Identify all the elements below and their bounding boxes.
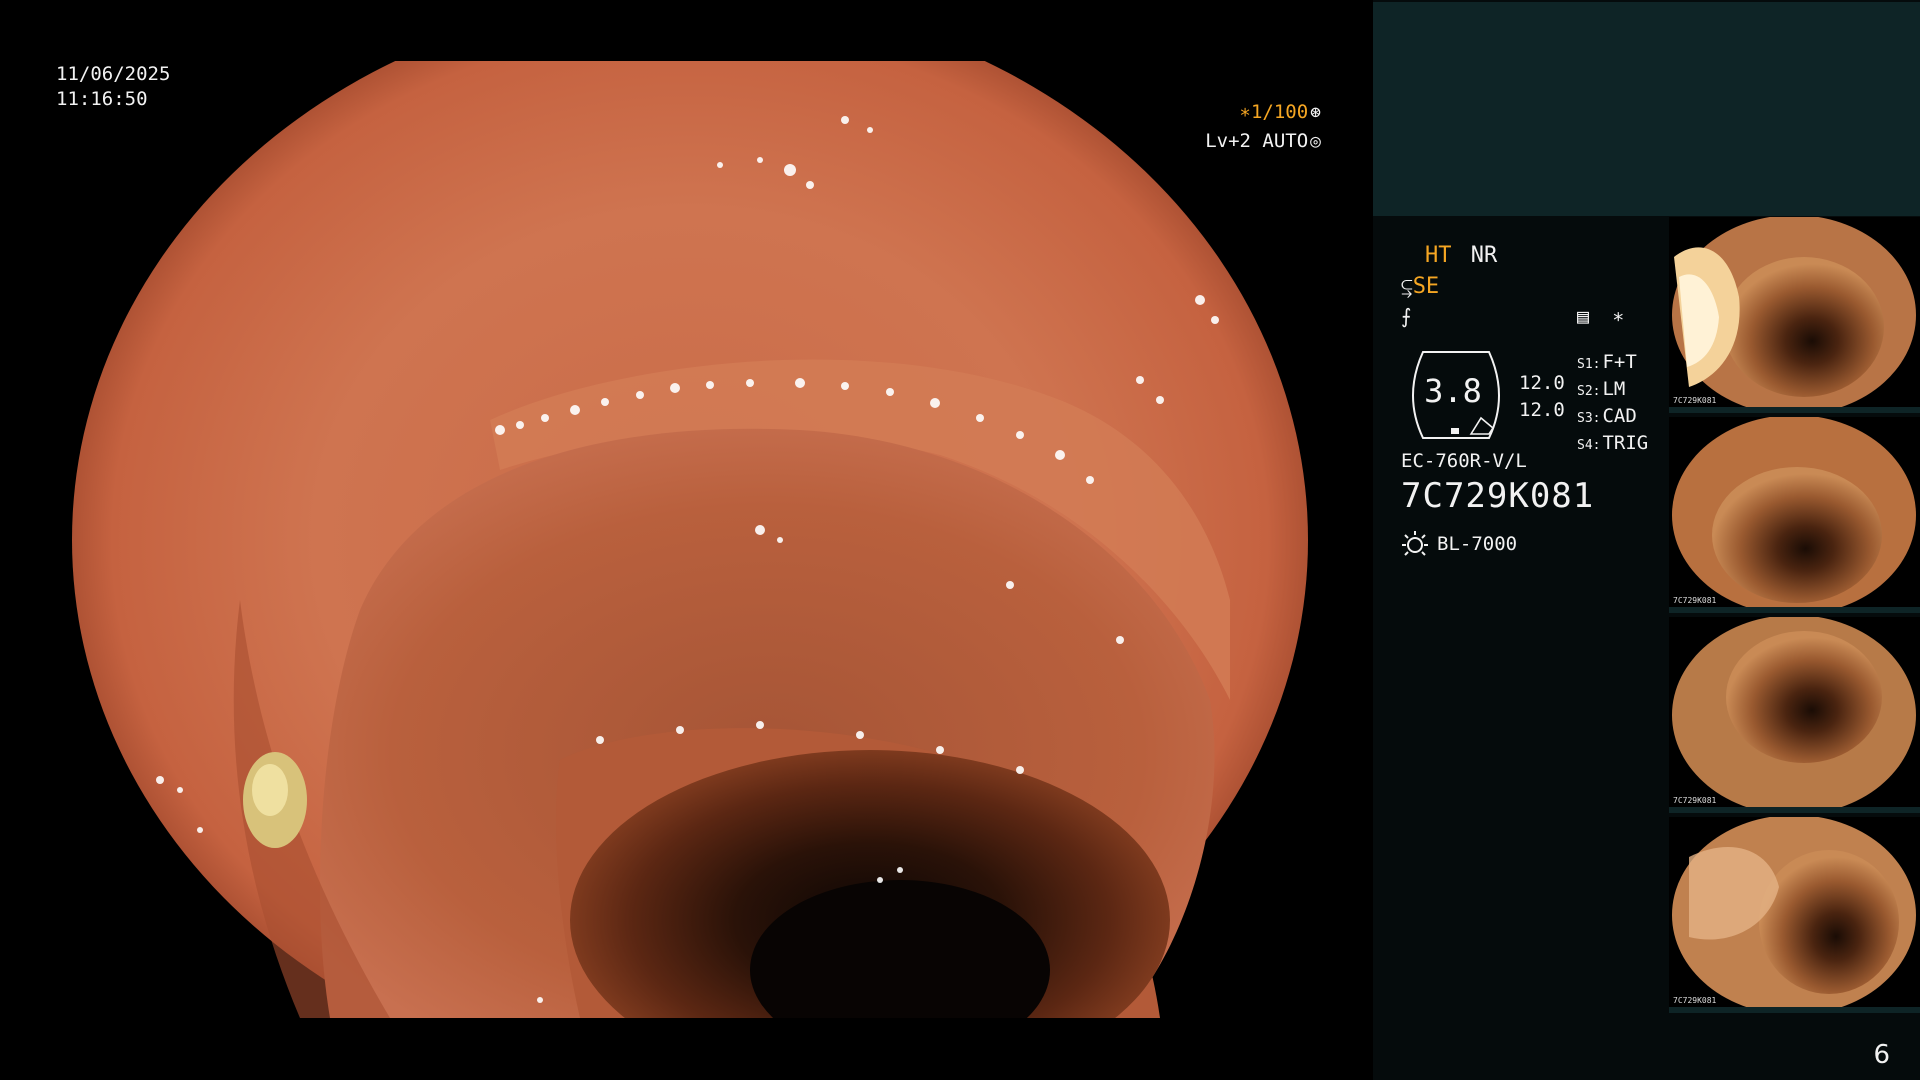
- structure-enhance-icon: ⥹: [1401, 274, 1413, 298]
- scale-values: 12.0 12.0: [1519, 370, 1565, 424]
- shutter-icon: ⊛: [1310, 102, 1321, 123]
- capture-thumbnails: 7C729K081 7C729K081 7C729K081 7C729K081: [1669, 217, 1920, 1017]
- scale-value-2: 12.0: [1519, 399, 1565, 421]
- thumbnail-divider: [1669, 807, 1920, 813]
- thumbnail-label: 7C729K081: [1673, 796, 1717, 805]
- mode-row-se: ⥹SE: [1401, 274, 1439, 299]
- thumbnail-divider: [1669, 1007, 1920, 1013]
- mode-ht: HT: [1425, 243, 1452, 268]
- endoscope-view: 11/06/2025 11:16:50 ∗1/100 ⊛ Lv+2 AUTO ◎: [0, 0, 1373, 1080]
- switch-value: F+T: [1602, 351, 1637, 373]
- mode-row-ht-nr: HT NR: [1425, 243, 1497, 268]
- page-number: 6: [1873, 1040, 1890, 1070]
- switch-key: S3:: [1577, 411, 1601, 426]
- thumbnail-image: [1672, 417, 1916, 613]
- iris-icon: ◎: [1310, 131, 1321, 152]
- scope-info: HT NR ⥹SE ⨍ ▤ ∗ 3.8 12.0 12.0 S1: F+T S2…: [1401, 240, 1701, 570]
- thumbnail-divider: [1669, 607, 1920, 613]
- endoscope-image: [72, 61, 1308, 1018]
- switch-value: LM: [1602, 378, 1626, 400]
- info-panel: HT NR ⥹SE ⨍ ▤ ∗ 3.8 12.0 12.0 S1: F+T S2…: [1373, 0, 1920, 1080]
- zoom-value: 3.8: [1424, 372, 1482, 410]
- scale-value-1: 12.0: [1519, 372, 1565, 394]
- zoom-indicator: 3.8: [1401, 350, 1515, 442]
- mode-row-f: ⨍: [1401, 304, 1411, 329]
- thumbnail-label: 7C729K081: [1673, 396, 1717, 405]
- switch-assignments: S1: F+T S2: LM S3: CAD S4: TRIG: [1577, 350, 1648, 458]
- thumbnail-3[interactable]: 7C729K081: [1669, 617, 1920, 813]
- serial-number: 7C729K081: [1401, 476, 1595, 516]
- function-icon: ⨍: [1401, 304, 1412, 328]
- switch-s4: S4: TRIG: [1577, 431, 1648, 458]
- switch-key: S1:: [1577, 357, 1601, 372]
- mode-se: SE: [1412, 274, 1440, 299]
- switch-s3: S3: CAD: [1577, 404, 1648, 431]
- light-source-model: BL-7000: [1437, 533, 1518, 555]
- thumbnail-image: [1672, 217, 1916, 413]
- thumbnail-label: 7C729K081: [1673, 596, 1717, 605]
- switch-key: S4:: [1577, 438, 1601, 453]
- shutter-speed: ∗1/100: [1239, 101, 1309, 123]
- switch-key: S2:: [1577, 384, 1601, 399]
- thumbnail-label: 7C729K081: [1673, 996, 1717, 1005]
- mode-row-menu: ▤ ∗: [1577, 304, 1624, 329]
- thumbnail-1[interactable]: 7C729K081: [1669, 217, 1920, 413]
- menu-icon: ▤: [1577, 304, 1590, 328]
- star-icon: ∗: [1612, 304, 1625, 328]
- switch-s2: S2: LM: [1577, 377, 1648, 404]
- light-source: BL-7000: [1401, 530, 1517, 558]
- exposure-status: ∗1/100 ⊛ Lv+2 AUTO ◎: [1205, 98, 1321, 156]
- panel-header-area: [1373, 2, 1920, 216]
- date-text: 11/06/2025: [56, 63, 171, 85]
- time-text: 11:16:50: [56, 88, 148, 110]
- thumbnail-2[interactable]: 7C729K081: [1669, 417, 1920, 613]
- scope-model: EC-760R-V/L: [1401, 450, 1527, 472]
- switch-s1: S1: F+T: [1577, 350, 1648, 377]
- light-source-icon: [1402, 531, 1428, 556]
- switch-value: CAD: [1602, 405, 1637, 427]
- endoscopy-screen: 11/06/2025 11:16:50 ∗1/100 ⊛ Lv+2 AUTO ◎ H…: [0, 0, 1920, 1080]
- thumbnail-divider: [1669, 407, 1920, 413]
- thumbnail-image: [1672, 817, 1916, 1013]
- mode-nr: NR: [1470, 243, 1498, 268]
- thumbnail-image: [1672, 617, 1916, 813]
- brightness-level: Lv+2 AUTO: [1205, 130, 1309, 152]
- switch-value: TRIG: [1602, 432, 1649, 454]
- thumbnail-4[interactable]: 7C729K081: [1669, 817, 1920, 1013]
- datetime-display: 11/06/2025 11:16:50: [56, 62, 170, 112]
